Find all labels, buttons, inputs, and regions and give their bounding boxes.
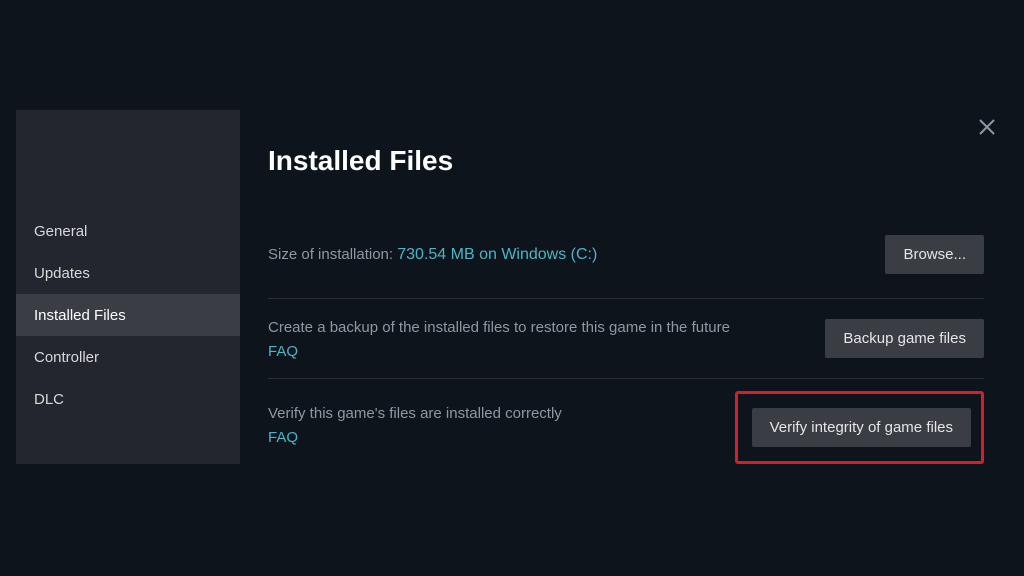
- verify-button[interactable]: Verify integrity of game files: [752, 408, 971, 447]
- verify-highlight: Verify integrity of game files: [735, 391, 984, 464]
- install-size-text: Size of installation: 730.54 MB on Windo…: [268, 244, 597, 266]
- sidebar-item-installed-files[interactable]: Installed Files: [16, 294, 240, 336]
- close-button[interactable]: [978, 118, 996, 136]
- install-size-label: Size of installation:: [268, 246, 397, 263]
- sidebar-panel: General Updates Installed Files Controll…: [16, 110, 240, 464]
- page-title: Installed Files: [268, 145, 984, 177]
- browse-button[interactable]: Browse...: [885, 235, 984, 274]
- sidebar-item-controller[interactable]: Controller: [16, 336, 240, 378]
- row-backup: Create a backup of the installed files t…: [268, 298, 984, 378]
- sidebar-item-dlc[interactable]: DLC: [16, 378, 240, 420]
- install-size-link[interactable]: 730.54 MB on Windows (C:): [397, 246, 597, 263]
- sidebar-item-updates[interactable]: Updates: [16, 252, 240, 294]
- sidebar-item-general[interactable]: General: [16, 210, 240, 252]
- backup-faq-link[interactable]: FAQ: [268, 343, 730, 360]
- row-verify: Verify this game's files are installed c…: [268, 378, 984, 482]
- backup-description: Create a backup of the installed files t…: [268, 317, 730, 339]
- verify-faq-link[interactable]: FAQ: [268, 429, 562, 446]
- content-area: Installed Files Size of installation: 73…: [268, 145, 984, 482]
- backup-text-block: Create a backup of the installed files t…: [268, 317, 730, 360]
- close-icon: [978, 118, 996, 136]
- sidebar: General Updates Installed Files Controll…: [16, 110, 240, 420]
- verify-description: Verify this game's files are installed c…: [268, 403, 562, 425]
- verify-text-block: Verify this game's files are installed c…: [268, 397, 562, 446]
- backup-button[interactable]: Backup game files: [825, 319, 984, 358]
- row-install-size: Size of installation: 730.54 MB on Windo…: [268, 235, 984, 298]
